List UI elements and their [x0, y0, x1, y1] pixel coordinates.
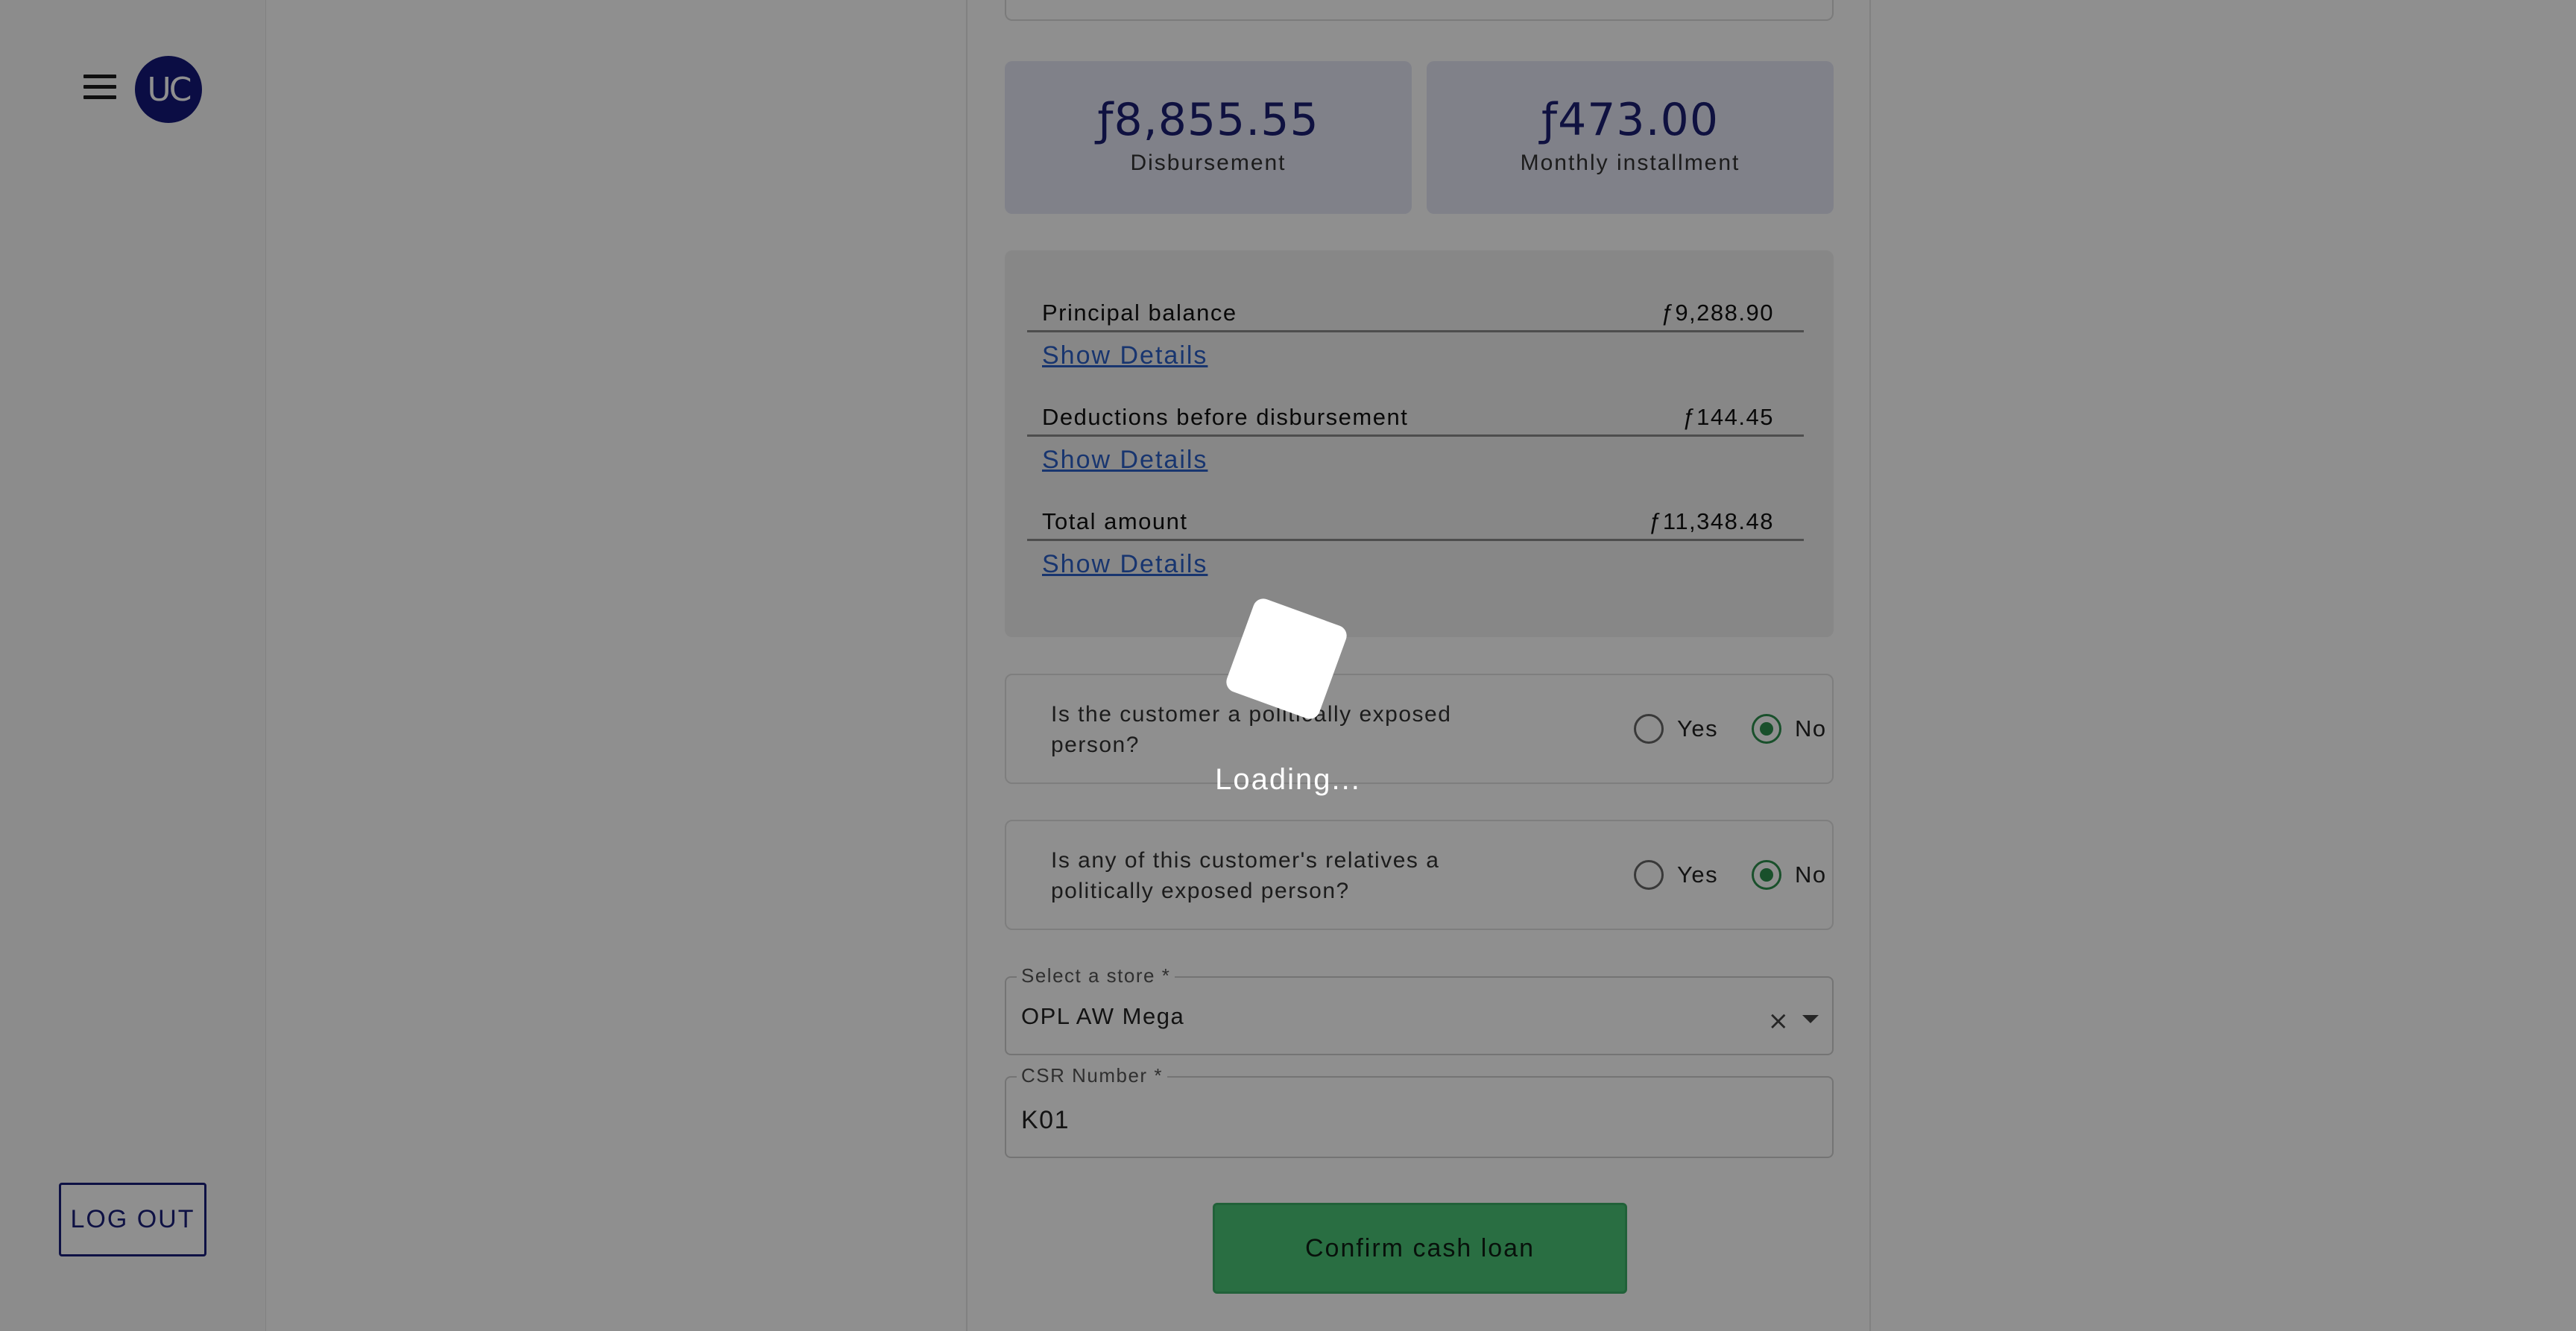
loading-spinner-icon: [1223, 595, 1350, 722]
loading-text: Loading...: [1215, 763, 1361, 796]
loading-overlay: Loading...: [0, 0, 2576, 1331]
